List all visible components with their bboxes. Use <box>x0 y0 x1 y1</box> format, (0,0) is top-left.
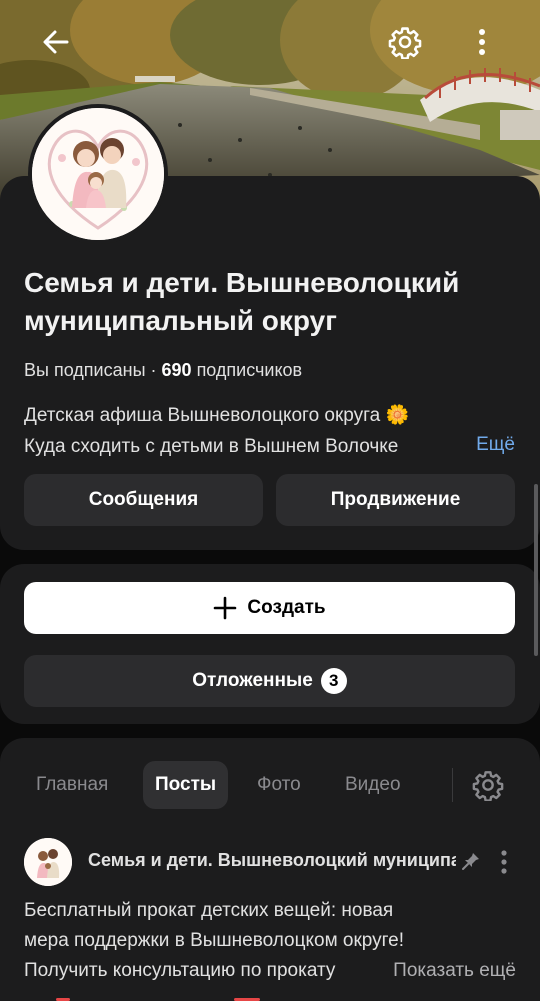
post-author-avatar[interactable] <box>24 838 72 886</box>
messages-button[interactable]: Сообщения <box>24 474 263 526</box>
post-menu-button[interactable] <box>492 846 516 878</box>
tabs-settings-button[interactable] <box>468 765 508 805</box>
tab-main[interactable]: Главная <box>36 761 108 809</box>
plus-icon <box>214 596 237 620</box>
post-text-line: мера поддержки в Вышневолоцком округе! <box>24 930 405 951</box>
gear-icon <box>388 27 422 59</box>
promotion-button[interactable]: Продвижение <box>276 474 515 526</box>
deferred-count-badge: 3 <box>320 668 347 694</box>
subscribed-status[interactable]: Вы подписаны <box>24 360 146 380</box>
tabs-divider <box>452 768 453 802</box>
back-button[interactable] <box>36 22 76 62</box>
tab-photos[interactable]: Фото <box>257 761 301 809</box>
description-line: Детская афиша Вышневолоцкого округа 🌼 <box>24 405 410 426</box>
create-button-label: Создать <box>247 597 326 618</box>
scrollbar[interactable] <box>534 484 538 656</box>
show-more-link[interactable]: Показать ещё <box>387 956 516 986</box>
post-text-line: Бесплатный прокат детских вещей: новая <box>24 900 394 921</box>
arrow-left-icon <box>43 30 69 54</box>
create-button[interactable]: Создать <box>24 582 515 634</box>
description-line: Куда сходить с детьми в Вышнем Волочке <box>24 436 399 457</box>
pin-icon <box>460 850 482 872</box>
more-button[interactable] <box>462 22 502 62</box>
subscribers-label[interactable]: подписчиков <box>197 360 303 380</box>
more-vertical-icon <box>479 29 485 55</box>
deferred-posts-button[interactable]: Отложенные 3 <box>24 655 515 707</box>
post-author-name[interactable]: Семья и дети. Вышневолоцкий муниципальны… <box>88 850 456 871</box>
description-more-link[interactable]: Ещё <box>476 434 515 456</box>
subscribers-count[interactable]: 690 <box>162 360 192 380</box>
tab-videos[interactable]: Видео <box>345 761 401 809</box>
community-description: Детская афиша Вышневолоцкого округа 🌼 Ку… <box>24 400 519 462</box>
separator: · <box>145 360 162 380</box>
settings-button[interactable] <box>385 22 425 62</box>
more-vertical-icon <box>501 850 507 874</box>
gear-icon <box>472 771 504 801</box>
post-text-line: Получить консультацию по прокату <box>24 960 336 981</box>
subscribers-info: Вы подписаны · 690 подписчиков <box>24 360 302 381</box>
deferred-button-label: Отложенные <box>192 670 313 691</box>
community-avatar[interactable] <box>28 104 168 244</box>
tab-posts[interactable]: Посты <box>143 761 229 809</box>
community-title: Семья и дети. Вышневолоцкий муниципальны… <box>24 267 460 336</box>
